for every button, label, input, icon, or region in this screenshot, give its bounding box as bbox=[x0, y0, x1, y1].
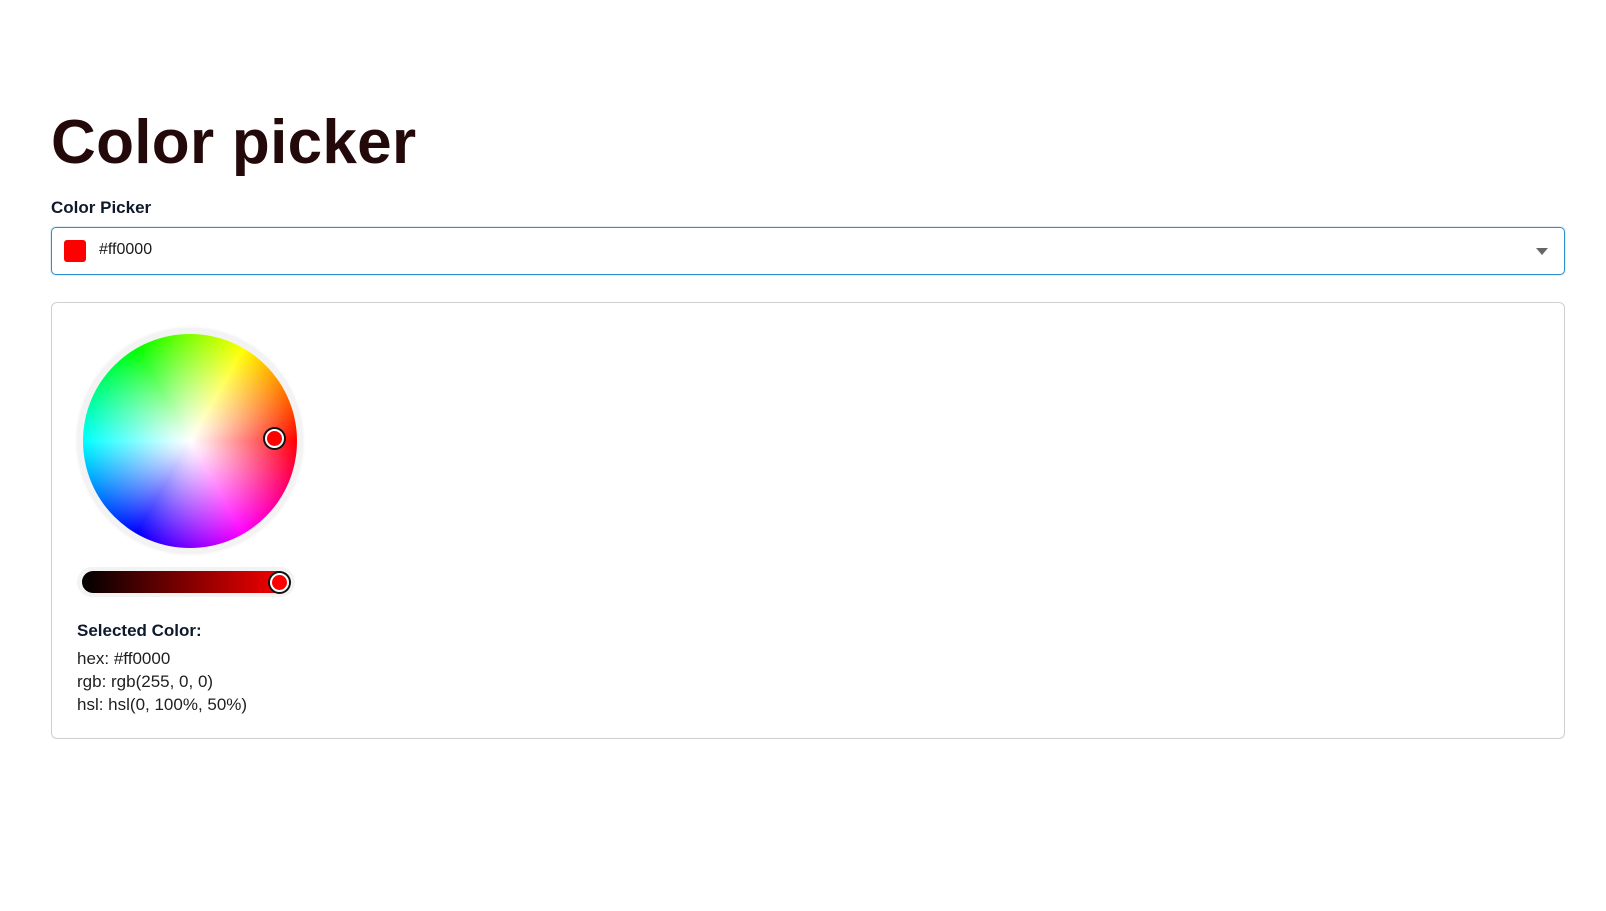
rgb-value: rgb: rgb(255, 0, 0) bbox=[77, 672, 214, 691]
color-picker-dropdown[interactable]: #ff0000 bbox=[51, 227, 1565, 275]
brightness-slider[interactable] bbox=[82, 571, 290, 593]
brightness-slider-handle[interactable] bbox=[270, 573, 289, 592]
page: Color picker Color Picker #ff0000 Select… bbox=[0, 0, 1606, 911]
page-title: Color picker bbox=[51, 108, 417, 177]
caret-down-icon bbox=[1536, 248, 1548, 255]
color-wheel-frame bbox=[77, 328, 303, 554]
color-picker-label: Color Picker bbox=[51, 198, 152, 217]
brightness-slider-frame bbox=[77, 567, 295, 597]
color-value-text: #ff0000 bbox=[99, 241, 153, 258]
selected-color-heading: Selected Color: bbox=[77, 621, 202, 640]
color-wheel-handle[interactable] bbox=[265, 429, 284, 448]
color-picker-panel: Selected Color: hex: #ff0000 rgb: rgb(25… bbox=[51, 302, 1565, 739]
color-swatch bbox=[64, 240, 86, 262]
hex-value: hex: #ff0000 bbox=[77, 649, 171, 668]
hsl-value: hsl: hsl(0, 100%, 50%) bbox=[77, 695, 248, 714]
